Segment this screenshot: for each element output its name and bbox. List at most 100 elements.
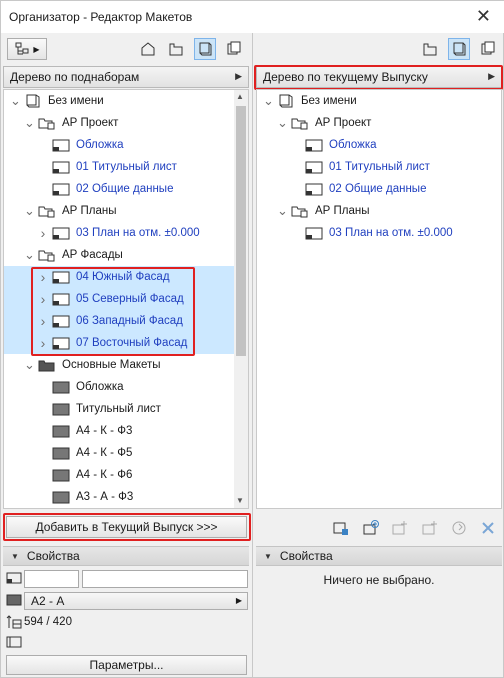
right-tree-item-label: АР Проект [315, 117, 372, 129]
left-tree-item-label: А3 - А - Ф3 [76, 491, 134, 503]
right-tree-item[interactable]: ⌄ АР Проект [257, 112, 501, 134]
project-map-button[interactable] [165, 38, 187, 60]
new-folder-button[interactable] [360, 517, 382, 539]
right-tree-view[interactable]: ⌄ Без имени ⌄ АР Проект Обложка 01 Титульный … [256, 89, 502, 509]
chevron-down-icon[interactable]: ⌄ [277, 204, 288, 217]
chevron-down-icon[interactable]: ⌄ [277, 116, 288, 129]
right-tree-item[interactable]: 01 Титульный лист [257, 156, 501, 178]
left-tree-item[interactable]: Обложка [4, 376, 234, 398]
chevron-right-icon[interactable]: › [38, 225, 48, 241]
master-layout-dropdown[interactable]: А2 - А ▶ [24, 592, 248, 610]
layout-name-field[interactable] [82, 570, 248, 588]
chevron-right-icon[interactable]: › [38, 313, 48, 329]
left-tree-item[interactable]: › 05 Северный Фасад [4, 288, 234, 310]
collapse-triangle-icon: ▼ [264, 551, 272, 561]
parameters-button[interactable]: Параметры... [6, 655, 247, 675]
left-tree-item[interactable]: ⌄ Основные Макеты [4, 354, 234, 376]
left-tree-item[interactable]: 02 Общие данные [4, 178, 234, 200]
left-tree-scrollbar[interactable]: ▲ ▼ [234, 90, 248, 508]
left-tree-item[interactable]: › 06 Западный Фасад [4, 310, 234, 332]
right-tree-item[interactable]: ⌄ Без имени [257, 90, 501, 112]
right-properties-header[interactable]: ▼ Свойства [256, 546, 502, 566]
folder-open-icon [38, 116, 56, 130]
chevron-down-icon[interactable]: ⌄ [24, 204, 35, 217]
chevron-down-icon[interactable]: ⌄ [24, 248, 35, 261]
left-tree-item-label: 06 Западный Фасад [76, 315, 183, 327]
layout-id-field[interactable] [24, 570, 79, 588]
folder-open-icon [291, 116, 309, 130]
refresh-button[interactable] [448, 517, 470, 539]
chevron-down-icon[interactable]: ⌄ [263, 94, 274, 107]
left-tree-item[interactable]: А4 - К - Ф3 [4, 420, 234, 442]
left-tree-header[interactable]: Дерево по поднаборам ▶ [3, 66, 249, 88]
right-tree-item-label: Без имени [301, 95, 357, 107]
right-tree-item-label: 02 Общие данные [329, 183, 427, 195]
folder-layout-icon [169, 43, 183, 56]
right-tree-item[interactable]: 02 Общие данные [257, 178, 501, 200]
add-subset-button[interactable] [389, 517, 411, 539]
right-project-map-button[interactable] [419, 38, 441, 60]
layout-icon [52, 336, 70, 350]
scroll-thumb[interactable] [236, 106, 246, 356]
right-tree-item[interactable]: 03 План на отм. ±0.000 [257, 222, 501, 244]
add-to-current-release-button[interactable]: Добавить в Текущий Выпуск >>> [6, 516, 247, 538]
right-tree-header[interactable]: Дерево по текущему Выпуску ▶ [256, 66, 502, 88]
left-tree-item[interactable]: А4 - К - Ф5 [4, 442, 234, 464]
chevron-down-icon[interactable]: ⌄ [24, 116, 35, 129]
master-layout-value: А2 - А [31, 594, 65, 608]
house-view-icon [141, 42, 155, 56]
publisher-sets-button[interactable] [223, 38, 245, 60]
delete-button[interactable] [477, 517, 499, 539]
layout-book-button[interactable] [194, 38, 216, 60]
tree-options-menu-button[interactable]: ▶ [7, 38, 47, 60]
left-tree-item[interactable]: Обложка [4, 134, 234, 156]
right-tree-item-label: 01 Титульный лист [329, 161, 430, 173]
size-icon [6, 615, 22, 629]
left-tree-item[interactable]: ⌄ АР Проект [4, 112, 234, 134]
right-publisher-sets-button[interactable] [477, 38, 499, 60]
left-tree-view[interactable]: ⌄ Без имени ⌄ АР Проект Обложка 01 Титульный … [3, 89, 249, 509]
left-properties-header[interactable]: ▼ Свойства [3, 546, 249, 566]
folder-open-icon [38, 204, 56, 218]
add-button-label: Добавить в Текущий Выпуск >>> [35, 520, 218, 534]
right-tree-item[interactable]: Обложка [257, 134, 501, 156]
chevron-down-icon[interactable]: ⌄ [10, 94, 21, 107]
book-icon [277, 94, 295, 108]
right-tree-item-label: Обложка [329, 139, 377, 151]
close-icon[interactable]: ✕ [476, 6, 491, 26]
view-map-button[interactable] [137, 38, 159, 60]
left-tree-item[interactable]: ⌄ АР Фасады [4, 244, 234, 266]
organizer-window: Организатор - Редактор Макетов ✕ ▶ Дерев… [0, 0, 504, 678]
new-publisher-item-button[interactable] [330, 517, 352, 539]
layout-icon [52, 314, 70, 328]
left-tree-item-label: 02 Общие данные [76, 183, 174, 195]
left-tree-item[interactable]: А3 - А - Ф3 [4, 486, 234, 508]
left-tree-item[interactable]: › 07 Восточный Фасад [4, 332, 234, 354]
window-title: Организатор - Редактор Макетов [9, 10, 193, 24]
scroll-down-icon[interactable]: ▼ [236, 496, 244, 505]
left-tree-item[interactable]: 01 Титульный лист [4, 156, 234, 178]
left-tree-item[interactable]: Титульный лист [4, 398, 234, 420]
right-layout-book-button[interactable] [448, 38, 470, 60]
left-tree-item[interactable]: ⌄ Без имени [4, 90, 234, 112]
right-tree-item-label: 03 План на отм. ±0.000 [329, 227, 453, 239]
right-properties-title: Свойства [279, 549, 333, 563]
folder-layout-icon [423, 43, 437, 56]
folder-open-icon [38, 248, 56, 262]
chevron-right-icon[interactable]: › [38, 291, 48, 307]
chevron-right-icon[interactable]: › [38, 335, 48, 351]
right-tree-item[interactable]: ⌄ АР Планы [257, 200, 501, 222]
left-tree-item-label: Обложка [76, 139, 124, 151]
left-tree-item[interactable]: ⌄ АР Планы [4, 200, 234, 222]
layout-icon [305, 182, 323, 196]
chevron-down-icon[interactable]: ⌄ [24, 358, 35, 371]
layout-icon [52, 270, 70, 284]
chevron-right-icon[interactable]: › [38, 269, 48, 285]
left-tree-item[interactable]: › 04 Южный Фасад [4, 266, 234, 288]
scroll-up-icon[interactable]: ▲ [236, 92, 244, 101]
left-tree-item[interactable]: А4 - К - Ф6 [4, 464, 234, 486]
layout-icon [305, 226, 323, 240]
left-tree-item-label: А4 - К - Ф5 [76, 447, 133, 459]
left-tree-item[interactable]: › 03 План на отм. ±0.000 [4, 222, 234, 244]
add-layout-button[interactable] [419, 517, 441, 539]
